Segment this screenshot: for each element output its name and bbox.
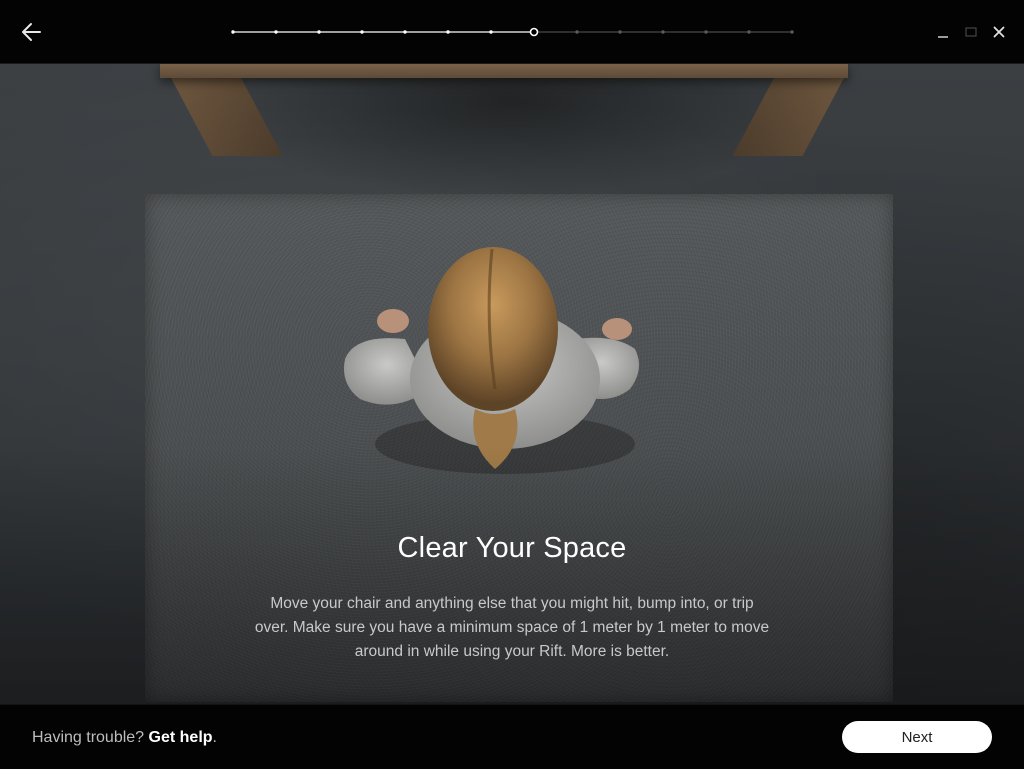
wooden-table (160, 64, 848, 78)
hero-gradient-overlay (0, 444, 1024, 704)
arrow-left-icon (22, 23, 41, 41)
page-description: Move your chair and anything else that y… (254, 595, 770, 660)
back-button[interactable] (18, 18, 46, 46)
maximize-icon (965, 27, 977, 37)
progress-step-incomplete (618, 30, 622, 34)
help-suffix: . (212, 729, 217, 746)
hero-image: Clear Your Space Move your chair and any… (0, 64, 1024, 704)
progress-step-incomplete (704, 30, 708, 34)
get-help-link[interactable]: Get help (149, 729, 213, 746)
maximize-button[interactable] (964, 25, 978, 39)
progress-step-complete (317, 30, 321, 34)
progress-step-incomplete (661, 30, 665, 34)
close-button[interactable] (992, 25, 1006, 39)
help-text: Having trouble? Get help. (32, 729, 217, 747)
progress-step-incomplete (747, 30, 751, 34)
progress-step-current (529, 27, 539, 37)
page-title: Clear Your Space (397, 532, 627, 564)
minimize-button[interactable] (936, 25, 950, 39)
setup-progress-indicator (231, 27, 794, 37)
minimize-icon (938, 36, 948, 38)
next-button[interactable]: Next (842, 721, 992, 753)
footer-bar: Having trouble? Get help. Next (0, 704, 1024, 769)
progress-step-complete (231, 30, 235, 34)
window-controls (936, 20, 1006, 44)
progress-step-complete (360, 30, 364, 34)
progress-step-complete (403, 30, 407, 34)
progress-step-complete (446, 30, 450, 34)
progress-step-incomplete (575, 30, 579, 34)
title-bar (0, 0, 1024, 64)
progress-step-complete (489, 30, 493, 34)
close-icon (993, 26, 1005, 38)
progress-step-complete (274, 30, 278, 34)
help-prefix: Having trouble? (32, 729, 145, 746)
table-shadow (190, 78, 830, 198)
person-standing-illustration (344, 247, 639, 474)
progress-step-incomplete (790, 30, 794, 34)
